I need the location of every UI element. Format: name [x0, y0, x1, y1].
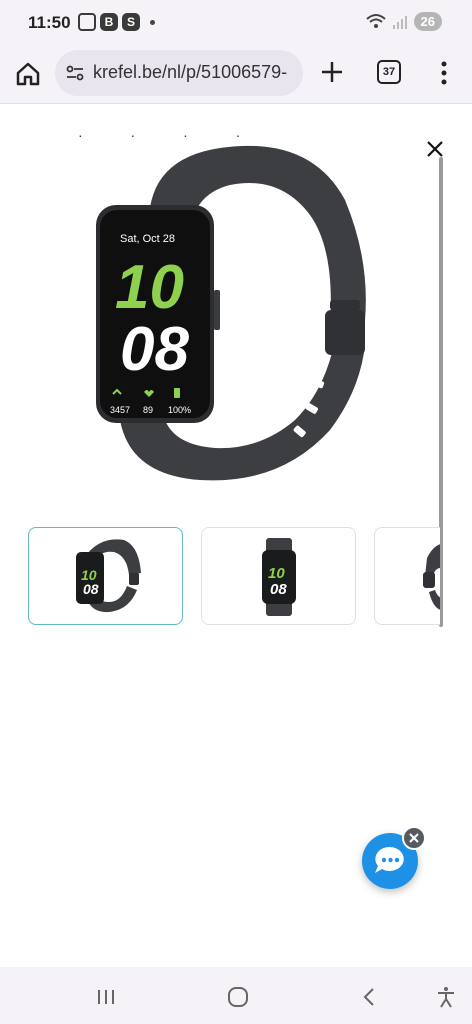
- url-bar[interactable]: krefel.be/nl/p/51006579-: [55, 50, 303, 96]
- system-navigation-bar: [0, 967, 472, 1024]
- thumbnail-1[interactable]: 10 08: [28, 527, 183, 625]
- back-icon[interactable]: [358, 985, 382, 1009]
- svg-text:10: 10: [268, 565, 285, 582]
- browser-toolbar: krefel.be/nl/p/51006579- 37: [0, 44, 472, 104]
- status-system-icons: 26: [365, 12, 442, 31]
- svg-text:08: 08: [83, 581, 99, 597]
- status-notification-icons: B S: [78, 13, 155, 31]
- watch-steps: 3457: [110, 405, 130, 415]
- home-icon[interactable]: [14, 60, 42, 88]
- watch-hour: 10: [115, 253, 184, 322]
- accessibility-icon[interactable]: [434, 985, 458, 1009]
- new-tab-icon[interactable]: [318, 58, 346, 86]
- chat-close-button[interactable]: [402, 826, 426, 850]
- home-nav-icon[interactable]: [226, 985, 250, 1009]
- tab-switcher-button[interactable]: 37: [377, 60, 401, 84]
- watch-minute: 08: [120, 315, 189, 384]
- b-app-icon: B: [100, 13, 118, 31]
- signal-icon: [392, 15, 407, 29]
- thumbnail-3[interactable]: [374, 527, 440, 625]
- status-bar: 11:50 B S 26: [0, 0, 472, 44]
- screenshot-icon: [78, 13, 96, 31]
- product-gallery: · · · · Sat, Oct 28 10 08 3457 89 100% 1…: [0, 105, 472, 967]
- close-icon: [409, 833, 419, 843]
- more-menu-icon[interactable]: [434, 58, 454, 88]
- watch-battery: 100%: [168, 405, 191, 415]
- battery-indicator: 26: [413, 12, 442, 31]
- site-settings-icon[interactable]: [65, 63, 85, 83]
- product-main-image[interactable]: Sat, Oct 28 10 08 3457 89 100%: [80, 130, 390, 495]
- more-notifications-dot: [150, 19, 155, 25]
- watch-date: Sat, Oct 28: [120, 233, 175, 245]
- svg-text:08: 08: [270, 581, 287, 598]
- url-text[interactable]: krefel.be/nl/p/51006579-: [93, 62, 287, 83]
- watch-heart: 89: [143, 405, 153, 415]
- s-app-icon: S: [122, 13, 140, 31]
- recent-apps-icon[interactable]: [94, 985, 118, 1009]
- status-time: 11:50: [28, 13, 71, 32]
- wifi-icon: [365, 13, 386, 28]
- thumbnail-2[interactable]: 10 08: [201, 527, 356, 625]
- close-icon[interactable]: [424, 138, 446, 160]
